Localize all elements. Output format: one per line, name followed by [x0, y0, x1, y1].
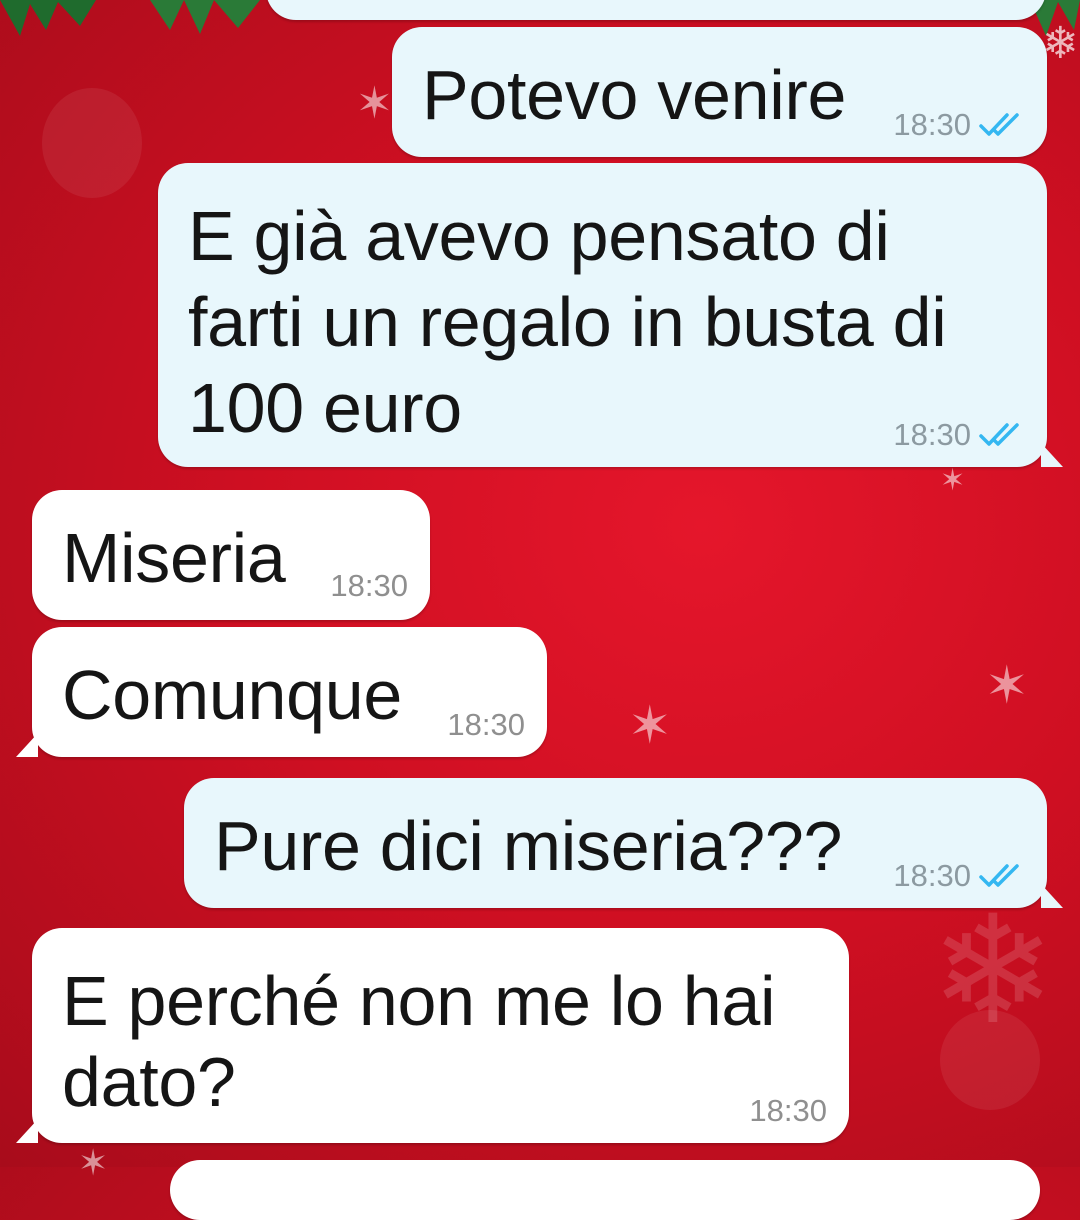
bubble-tail	[1041, 884, 1063, 908]
message-time: 18:30	[330, 568, 408, 603]
outgoing-message[interactable]: E già avevo pensato di farti un regalo i…	[158, 163, 1063, 467]
background-watermark	[940, 1010, 1040, 1110]
incoming-message[interactable]: Comunque 18:30	[16, 627, 547, 757]
message-time: 18:30	[893, 417, 971, 452]
message-meta: 18:30	[893, 417, 1025, 453]
message-text: E perché non me lo hai	[62, 962, 776, 1040]
message-text: dato?	[62, 1043, 236, 1121]
double-check-icon	[979, 864, 1019, 887]
message-time: 18:30	[447, 707, 525, 742]
star-icon: ✶	[940, 464, 966, 497]
message-text: farti un regalo in busta di	[188, 283, 947, 361]
bubble-tail	[16, 1119, 38, 1143]
star-icon: ✶	[356, 79, 393, 128]
message-meta: 18:30	[893, 107, 1025, 143]
star-icon: ✶	[985, 657, 1029, 715]
message-meta: 18:30	[749, 1093, 827, 1129]
pine-branch-icon	[0, 0, 260, 36]
incoming-message[interactable]: Miseria 18:30	[32, 490, 430, 620]
message-text: Pure dici miseria???	[214, 807, 843, 885]
message-text: 100 euro	[188, 369, 462, 447]
message-meta: 18:30	[893, 858, 1025, 894]
background-watermark	[42, 88, 142, 198]
message-text: Miseria	[62, 519, 286, 597]
outgoing-message[interactable]: Potevo venire 18:30	[392, 27, 1047, 157]
incoming-message[interactable]: E perché non me lo hai dato? 18:30	[16, 928, 849, 1143]
message-meta: 18:30	[447, 707, 525, 743]
message-text: E già avevo pensato di	[188, 197, 890, 275]
bubble-tail	[1041, 443, 1063, 467]
outgoing-message[interactable]	[266, 0, 1046, 20]
incoming-message[interactable]	[170, 1160, 1040, 1220]
bubble-tail	[16, 733, 38, 757]
star-icon: ✶	[78, 1142, 109, 1183]
message-time: 18:30	[749, 1093, 827, 1128]
double-check-icon	[979, 113, 1019, 136]
outgoing-message[interactable]: Pure dici miseria??? 18:30	[184, 778, 1063, 908]
double-check-icon	[979, 423, 1019, 446]
message-time: 18:30	[893, 107, 971, 142]
message-meta: 18:30	[330, 568, 408, 604]
message-text: Potevo venire	[422, 56, 847, 134]
message-text: Comunque	[62, 656, 403, 734]
message-time: 18:30	[893, 858, 971, 893]
star-icon: ✶	[628, 697, 672, 755]
